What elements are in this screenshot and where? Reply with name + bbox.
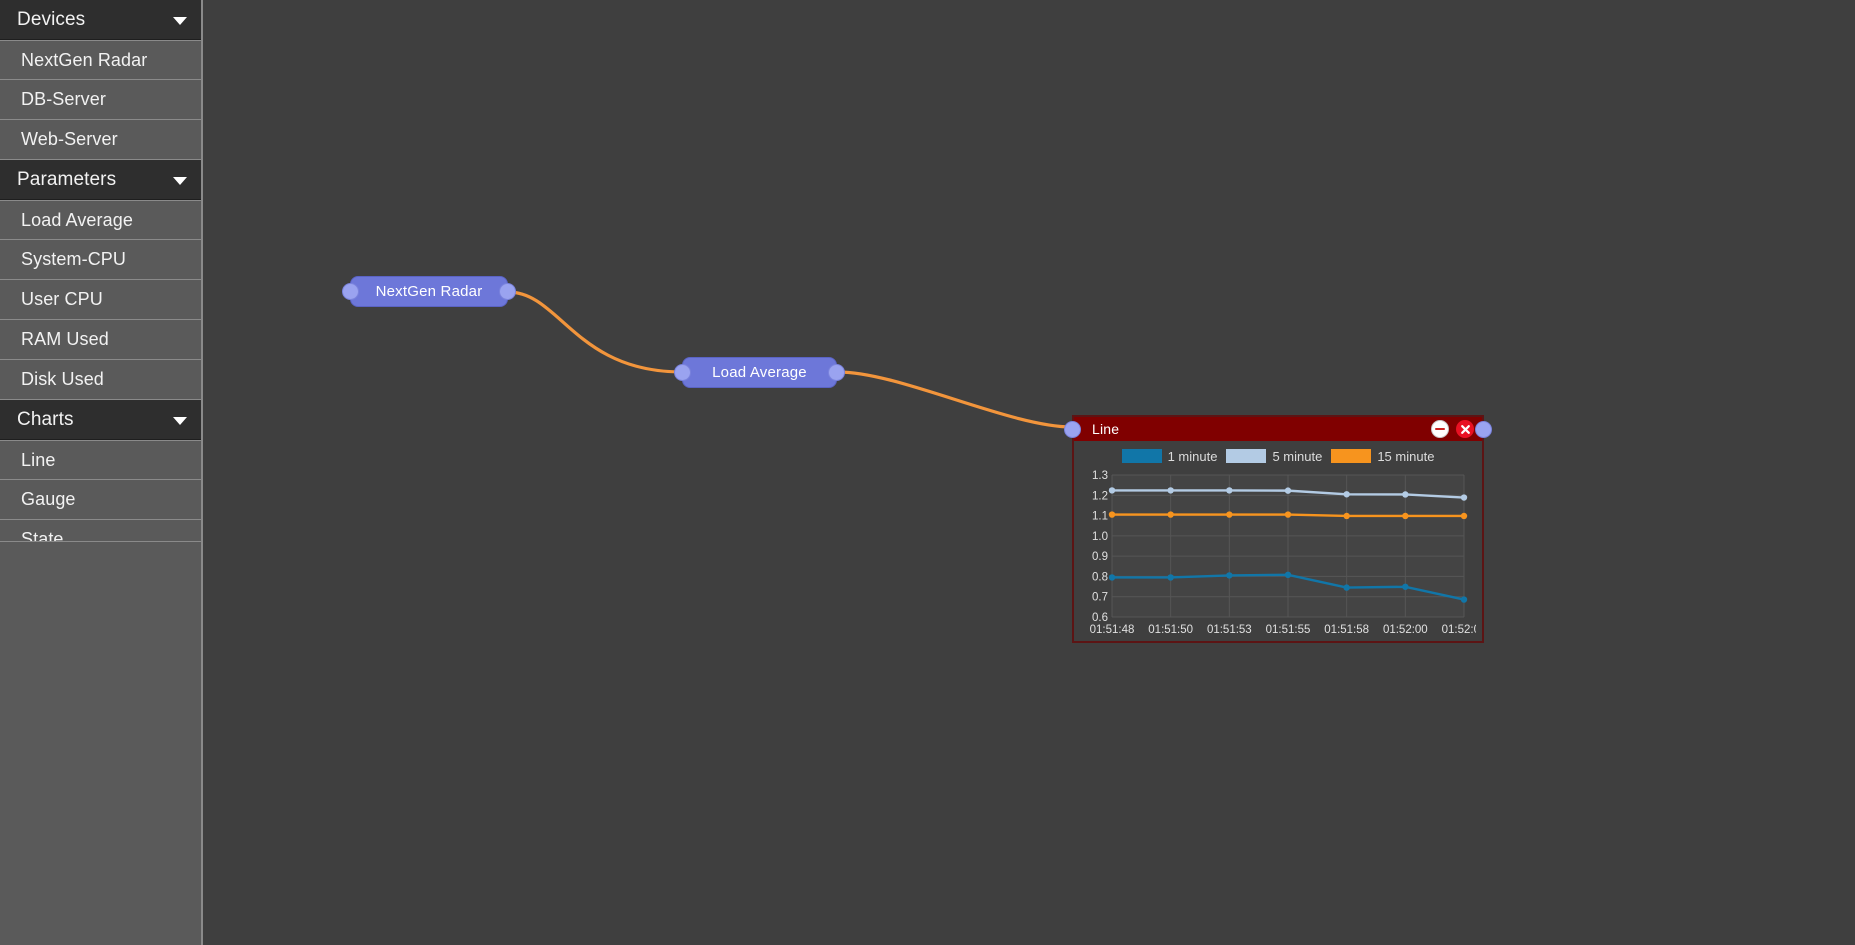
sidebar-item-user-cpu[interactable]: User CPU [0, 280, 201, 320]
y-axis-tick-label: 1.3 [1092, 470, 1108, 482]
node-output-port[interactable] [499, 283, 516, 300]
y-axis-tick-label: 1.2 [1092, 490, 1108, 502]
node-output-port[interactable] [828, 364, 845, 381]
sidebar-group-charts[interactable]: Charts [0, 400, 201, 440]
sidebar-item-load-average[interactable]: Load Average [0, 200, 201, 240]
y-axis-tick-label: 0.6 [1092, 612, 1108, 624]
x-axis-tick-label: 01:51:55 [1266, 624, 1311, 636]
sidebar-item-label: Web-Server [21, 129, 118, 150]
sidebar-item-label: Line [21, 450, 55, 471]
legend-swatch [1122, 449, 1162, 463]
graph-node-nextgen-radar[interactable]: NextGen Radar [350, 276, 508, 307]
panel-input-port[interactable] [1064, 421, 1081, 438]
chart-svg: 1.3 1.2 1.1 1.0 0.9 0.8 0.7 0.601:51:48 01:51:50… [1078, 469, 1476, 639]
sidebar-item-label: User CPU [21, 289, 103, 310]
series-point [1461, 513, 1467, 519]
sidebar-item-label: NextGen Radar [21, 50, 147, 71]
x-axis-tick-label: 01:51:53 [1207, 624, 1252, 636]
x-axis-tick-label: 01:51:58 [1324, 624, 1369, 636]
x-axis-tick-label: 01:51:48 [1090, 624, 1135, 636]
legend-label: 15 minute [1377, 449, 1434, 464]
y-axis-tick-label: 1.1 [1092, 511, 1108, 523]
graph-node-label: NextGen Radar [376, 283, 483, 300]
series-point [1285, 487, 1291, 493]
legend-item[interactable]: 5 minute [1226, 449, 1322, 464]
series-point [1109, 511, 1115, 517]
sidebar-item-db-server[interactable]: DB-Server [0, 80, 201, 120]
y-axis-tick-label: 0.7 [1092, 592, 1108, 604]
chart-plot-area: 1.3 1.2 1.1 1.0 0.9 0.8 0.7 0.601:51:48 01:51:50… [1078, 469, 1476, 639]
line-chart-panel[interactable]: Line 1 minute 5 minute [1072, 415, 1484, 643]
node-input-port[interactable] [674, 364, 691, 381]
series-point [1167, 511, 1173, 517]
sidebar-group-devices[interactable]: Devices [0, 0, 201, 40]
legend-label: 1 minute [1168, 449, 1218, 464]
sidebar-item-label: Disk Used [21, 369, 104, 390]
series-point [1109, 574, 1115, 580]
sidebar-item-label: RAM Used [21, 329, 109, 350]
chevron-down-icon[interactable] [173, 177, 187, 185]
y-axis-tick-label: 1.0 [1092, 531, 1108, 543]
series-point [1402, 491, 1408, 497]
panel-output-port[interactable] [1475, 421, 1492, 438]
sidebar-group-label: Devices [17, 9, 85, 31]
legend-item[interactable]: 15 minute [1331, 449, 1434, 464]
chart-legend: 1 minute 5 minute 15 minute [1074, 441, 1482, 467]
x-axis-tick-label: 01:52:00 [1383, 624, 1428, 636]
sidebar-item-label: System-CPU [21, 249, 126, 270]
series-point [1285, 572, 1291, 578]
sidebar-item-label: Gauge [21, 489, 76, 510]
legend-swatch [1226, 449, 1266, 463]
sidebar-group-parameters[interactable]: Parameters [0, 160, 201, 200]
x-axis-tick-label: 01:51:50 [1148, 624, 1193, 636]
workflow-canvas[interactable] [0, 0, 1855, 945]
sidebar-item-gauge[interactable]: Gauge [0, 480, 201, 520]
series-point [1343, 584, 1349, 590]
series-point [1285, 511, 1291, 517]
sidebar-empty-area [0, 541, 201, 945]
sidebar: Devices NextGen Radar DB-Server Web-Server P… [0, 0, 203, 945]
series-point [1226, 487, 1232, 493]
y-axis-tick-label: 0.8 [1092, 571, 1108, 583]
y-axis-tick-label: 0.9 [1092, 551, 1108, 563]
series-point [1402, 513, 1408, 519]
close-icon[interactable] [1456, 420, 1474, 438]
series-point [1461, 596, 1467, 602]
panel-titlebar[interactable]: Line [1074, 417, 1482, 441]
legend-swatch [1331, 449, 1371, 463]
sidebar-group-label: Parameters [17, 169, 116, 191]
panel-titlebar-buttons [1431, 420, 1474, 438]
legend-item[interactable]: 1 minute [1122, 449, 1218, 464]
sidebar-item-system-cpu[interactable]: System-CPU [0, 240, 201, 280]
sidebar-item-nextgen-radar[interactable]: NextGen Radar [0, 40, 201, 80]
series-point [1402, 584, 1408, 590]
chevron-down-icon[interactable] [173, 417, 187, 425]
series-point [1343, 491, 1349, 497]
graph-node-load-average[interactable]: Load Average [682, 357, 837, 388]
sidebar-item-label: Load Average [21, 210, 133, 231]
series-point [1461, 494, 1467, 500]
series-point [1343, 513, 1349, 519]
panel-body: 1 minute 5 minute 15 minute 1.3 1.2 1.1 1.0… [1074, 441, 1482, 641]
minus-bar [1435, 428, 1445, 431]
chevron-down-icon[interactable] [173, 17, 187, 25]
sidebar-group-label: Charts [17, 409, 74, 431]
x-axis-tick-label: 01:52:03 [1442, 624, 1476, 636]
series-point [1167, 574, 1173, 580]
series-point [1226, 511, 1232, 517]
sidebar-item-disk-used[interactable]: Disk Used [0, 360, 201, 400]
sidebar-item-ram-used[interactable]: RAM Used [0, 320, 201, 360]
sidebar-item-web-server[interactable]: Web-Server [0, 120, 201, 160]
sidebar-item-line[interactable]: Line [0, 440, 201, 480]
series-point [1167, 487, 1173, 493]
series-point [1226, 572, 1232, 578]
sidebar-item-label: DB-Server [21, 89, 106, 110]
series-point [1109, 487, 1115, 493]
graph-node-label: Load Average [712, 364, 807, 381]
minimize-icon[interactable] [1431, 420, 1449, 438]
node-input-port[interactable] [342, 283, 359, 300]
legend-label: 5 minute [1272, 449, 1322, 464]
